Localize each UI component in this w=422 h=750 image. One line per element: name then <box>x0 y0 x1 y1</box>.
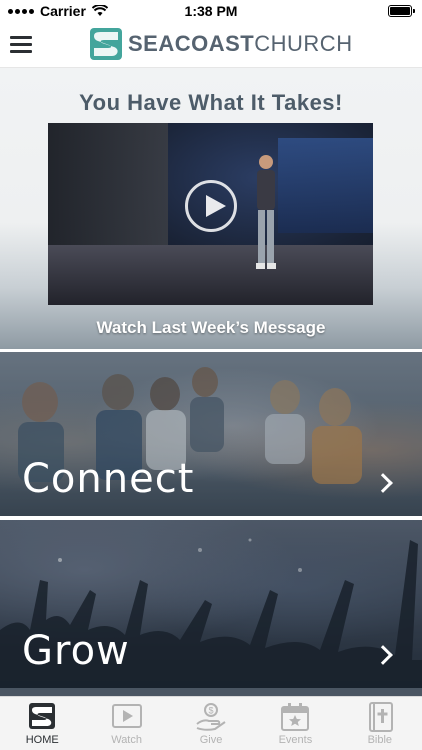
speaker-figure <box>256 155 276 269</box>
tab-label: Give <box>199 734 223 746</box>
connect-label: Connect <box>22 456 195 502</box>
logo-text-bold: SEACOAST <box>128 31 255 56</box>
bottom-tab-bar: HOME Watch $ Give Events Bible <box>0 696 422 750</box>
seacoast-logo-mark-icon <box>90 28 122 60</box>
watch-last-week-link[interactable]: Watch Last Week’s Message <box>0 318 422 338</box>
stage-screen <box>278 138 373 233</box>
svg-text:$: $ <box>209 706 214 716</box>
tab-give[interactable]: $ Give <box>169 697 253 750</box>
play-screen-icon <box>111 704 142 728</box>
grow-tile[interactable]: Grow <box>0 520 422 688</box>
seacoast-logo-icon <box>29 703 56 729</box>
tab-bible[interactable]: Bible <box>338 697 422 750</box>
status-bar: Carrier 1:38 PM <box>0 0 422 22</box>
connect-tile[interactable]: Connect <box>0 352 422 516</box>
tab-label: HOME <box>25 734 59 746</box>
logo-text-light: CHURCH <box>254 31 353 56</box>
next-tile-edge <box>0 688 422 696</box>
tab-events[interactable]: Events <box>253 697 337 750</box>
bible-icon <box>368 702 393 732</box>
seacoast-logo: SEACOASTCHURCH <box>90 28 353 60</box>
hero-message-banner[interactable]: You Have What It Takes! Watch Last Week’… <box>0 68 422 349</box>
stage-backdrop <box>48 123 168 253</box>
tab-watch[interactable]: Watch <box>84 697 168 750</box>
clock: 1:38 PM <box>184 3 238 19</box>
tab-home[interactable]: HOME <box>0 697 84 750</box>
play-icon[interactable] <box>185 180 237 232</box>
grow-label: Grow <box>22 628 130 674</box>
tab-label: Bible <box>367 734 393 746</box>
calendar-star-icon <box>281 703 310 731</box>
app-header: SEACOASTCHURCH <box>0 22 422 68</box>
battery-icon <box>388 5 415 17</box>
hand-coin-icon: $ <box>196 703 226 731</box>
tab-label: Events <box>278 734 313 746</box>
message-video-thumbnail[interactable] <box>48 123 373 305</box>
logo-wordmark: SEACOASTCHURCH <box>128 31 353 57</box>
hero-title: You Have What It Takes! <box>79 90 343 115</box>
tab-label: Watch <box>111 734 142 746</box>
stage-floor <box>48 245 373 305</box>
hamburger-menu-icon[interactable] <box>10 35 32 53</box>
